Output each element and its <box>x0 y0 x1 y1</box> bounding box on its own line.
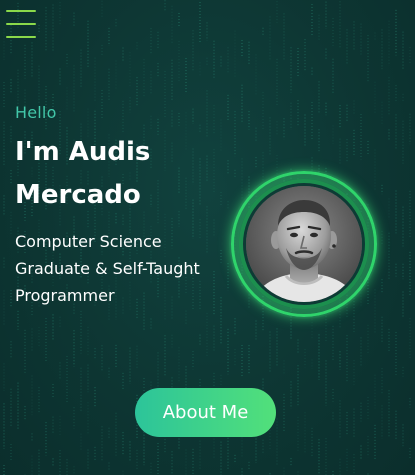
portrait-illustration <box>246 186 362 302</box>
menu-bar-middle <box>6 23 36 25</box>
greeting-text: Hello <box>15 103 57 122</box>
avatar <box>225 169 385 319</box>
about-me-button[interactable]: About Me <box>135 388 276 437</box>
menu-bar-top <box>6 10 36 12</box>
portrait-photo <box>246 186 362 302</box>
hero-section: Hello I'm Audis Mercado Computer Science… <box>0 0 415 475</box>
hamburger-menu-icon[interactable] <box>5 8 37 42</box>
hero-tagline: Computer Science Graduate & Self-Taught … <box>15 232 200 305</box>
menu-bar-bottom <box>6 36 36 38</box>
hero-name-heading: I'm Audis Mercado <box>15 137 151 210</box>
